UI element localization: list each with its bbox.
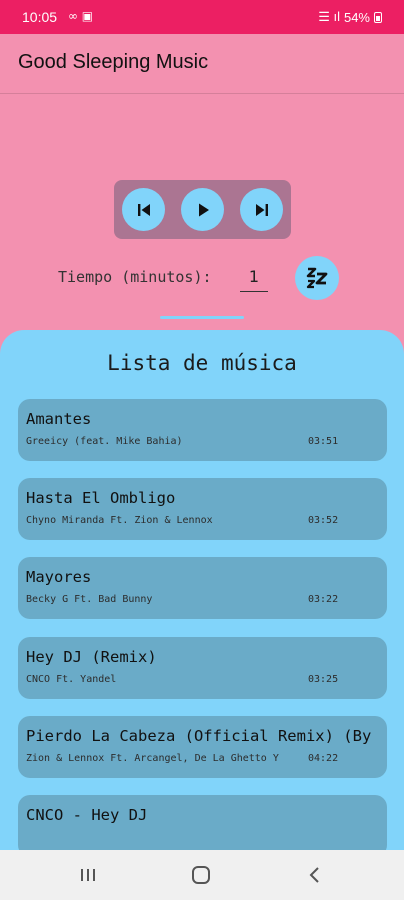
battery-level: 54% xyxy=(343,9,370,25)
app-bar: Good Sleeping Music xyxy=(0,34,404,94)
song-duration: 03:22 xyxy=(308,594,339,605)
recents-icon xyxy=(81,869,95,881)
minutes-input[interactable]: 1 xyxy=(240,262,268,292)
song-item[interactable]: Hasta El Ombligo Chyno Miranda Ft. Zion … xyxy=(18,478,387,540)
song-duration: 03:52 xyxy=(308,515,339,526)
sleep-timer-button[interactable] xyxy=(295,256,339,300)
skip-next-icon xyxy=(255,203,268,216)
song-duration: 03:51 xyxy=(308,436,339,447)
notification-icons: ∞ ▣ xyxy=(68,9,94,23)
home-icon xyxy=(192,866,210,884)
next-button[interactable] xyxy=(240,188,283,231)
song-duration: 04:22 xyxy=(308,753,339,764)
song-item[interactable]: CNCO - Hey DJ xyxy=(18,795,387,850)
song-item[interactable]: Amantes Greeicy (feat. Mike Bahia) 03:51 xyxy=(18,399,387,461)
song-title: Amantes xyxy=(26,410,92,428)
system-nav-bar xyxy=(0,850,404,900)
song-artist: Chyno Miranda Ft. Zion & Lennox xyxy=(26,515,213,526)
zzz-icon xyxy=(306,267,328,289)
song-title: CNCO - Hey DJ xyxy=(26,806,148,824)
song-title: Mayores xyxy=(26,568,92,586)
song-artist: CNCO Ft. Yandel xyxy=(26,674,117,685)
song-item[interactable]: Pierdo La Cabeza (Official Remix) (By Zi… xyxy=(18,716,387,778)
song-title: Pierdo La Cabeza (Official Remix) (By xyxy=(26,727,372,745)
status-time: 10:05 xyxy=(22,9,58,25)
back-button[interactable] xyxy=(303,864,327,886)
battery-icon xyxy=(374,11,382,23)
sheet-drag-handle[interactable] xyxy=(160,316,244,319)
player-controls xyxy=(114,180,291,239)
signal-icon: ☰ ıl xyxy=(318,9,340,24)
playlist-title: Lista de música xyxy=(107,351,297,375)
song-artist: Greeicy (feat. Mike Bahia) xyxy=(26,436,183,447)
home-button[interactable] xyxy=(189,864,213,886)
song-item[interactable]: Mayores Becky G Ft. Bad Bunny 03:22 xyxy=(18,557,387,619)
status-bar: 10:05 ∞ ▣ ☰ ıl 54% xyxy=(0,0,404,34)
skip-previous-icon xyxy=(137,203,150,216)
song-title: Hey DJ (Remix) xyxy=(26,648,157,666)
recents-button[interactable] xyxy=(76,864,100,886)
song-artist: Zion & Lennox Ft. Arcangel, De La Ghetto… xyxy=(26,753,279,764)
song-duration: 03:25 xyxy=(308,674,339,685)
previous-button[interactable] xyxy=(122,188,165,231)
song-item[interactable]: Hey DJ (Remix) CNCO Ft. Yandel 03:25 xyxy=(18,637,387,699)
back-icon xyxy=(309,867,319,883)
play-button[interactable] xyxy=(181,188,224,231)
song-title: Hasta El Ombligo xyxy=(26,489,176,507)
playlist-sheet: Lista de música Amantes Greeicy (feat. M… xyxy=(0,330,404,850)
song-artist: Becky G Ft. Bad Bunny xyxy=(26,594,153,605)
status-right: ☰ ıl 54% xyxy=(318,9,382,25)
timer-label: Tiempo (minutos): xyxy=(58,268,212,286)
play-icon xyxy=(198,203,209,216)
app-title: Good Sleeping Music xyxy=(18,51,209,73)
